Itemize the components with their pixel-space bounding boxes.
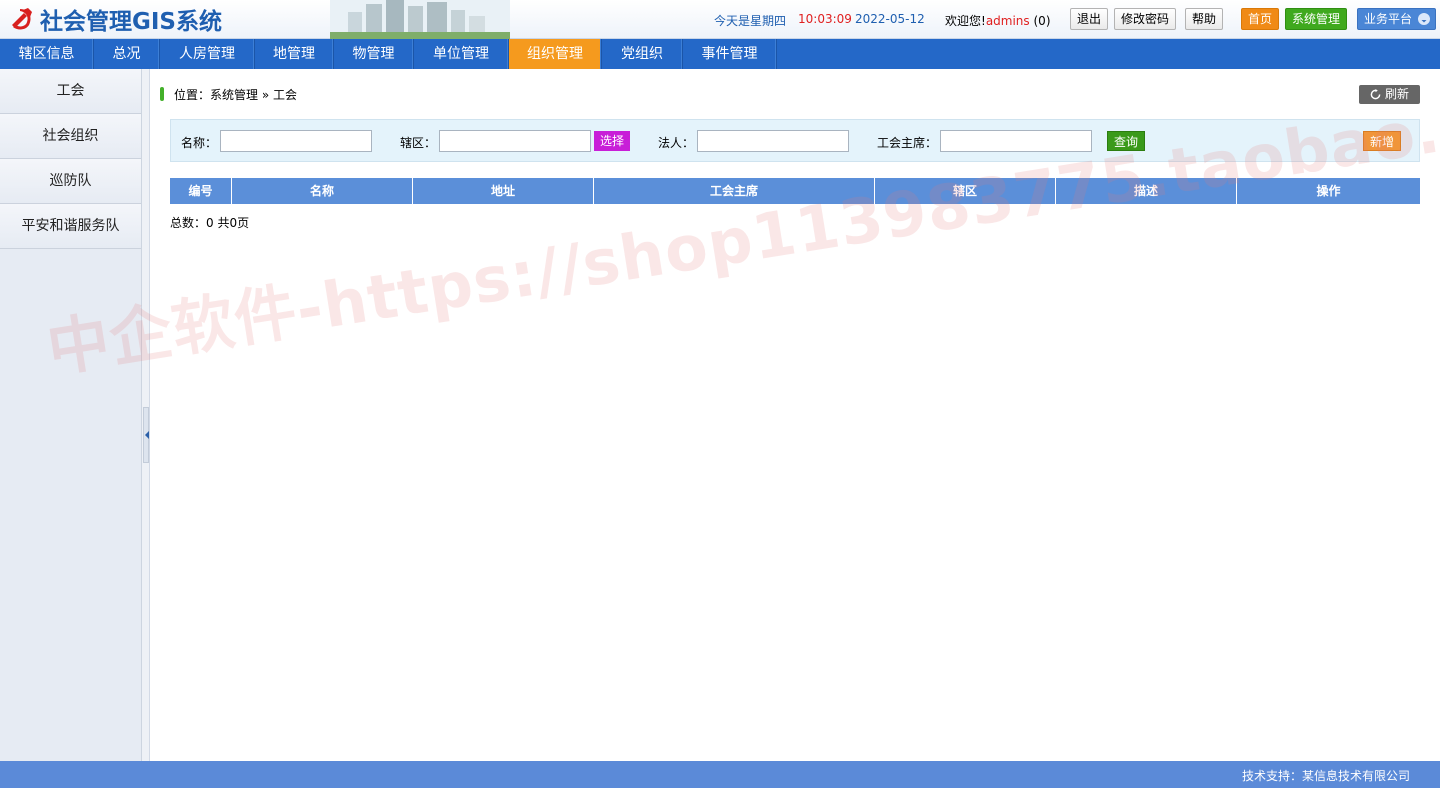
system-management-button[interactable]: 系统管理: [1285, 8, 1348, 30]
business-platform-label: 业务平台: [1364, 12, 1413, 26]
nav-item-people-housing[interactable]: 人房管理: [160, 39, 255, 69]
legal-person-input[interactable]: [697, 130, 849, 152]
footer-text: 技术支持：某信息技术有限公司: [1241, 769, 1410, 783]
select-district-button[interactable]: 选择: [594, 131, 631, 151]
sidebar: 工会 社会组织 巡防队 平安和谐服务队: [0, 69, 142, 761]
name-input[interactable]: [220, 130, 372, 152]
logout-button[interactable]: 退出: [1070, 8, 1109, 30]
data-table-header: 编号 名称 地址 工会主席 辖区 描述 操作: [170, 178, 1420, 204]
header-tools: 今天是星期四 10:03:09 2022-05-12 欢迎您!admins (0…: [700, 0, 1440, 39]
weekday-text: 今天是星期四: [714, 14, 787, 28]
clock-time: 10:03:09: [798, 12, 852, 26]
column-header-chairman[interactable]: 工会主席: [594, 178, 875, 204]
app-title: 社会管理GIS系统: [40, 9, 223, 35]
welcome-text: 欢迎您!admins (0): [945, 12, 1051, 29]
column-header-address[interactable]: 地址: [413, 178, 594, 204]
district-label: 辖区：: [400, 136, 437, 150]
nav-item-objects[interactable]: 物管理: [334, 39, 414, 69]
home-button[interactable]: 首页: [1241, 8, 1280, 30]
username[interactable]: admins: [986, 14, 1030, 28]
refresh-button[interactable]: 刷新: [1359, 85, 1420, 104]
skyline-banner: [330, 0, 510, 39]
column-header-district[interactable]: 辖区: [875, 178, 1056, 204]
hammer-sickle-icon: [6, 4, 36, 34]
sidebar-item-union[interactable]: 工会: [0, 69, 141, 114]
help-button[interactable]: 帮助: [1185, 8, 1224, 30]
nav-item-overview[interactable]: 总况: [94, 39, 160, 69]
chevron-down-icon: [1418, 12, 1431, 25]
arrow-left-icon: [145, 431, 149, 439]
nav-item-district-info[interactable]: 辖区信息: [0, 39, 94, 69]
pager-summary: 总数：0 共0页: [170, 216, 250, 230]
column-header-description[interactable]: 描述: [1056, 178, 1237, 204]
sidebar-splitter: [142, 69, 150, 761]
nav-item-land[interactable]: 地管理: [255, 39, 334, 69]
nav-item-events[interactable]: 事件管理: [683, 39, 777, 69]
breadcrumb: 位置：系统管理 » 工会: [160, 87, 297, 102]
refresh-label: 刷新: [1384, 87, 1409, 101]
column-header-actions[interactable]: 操作: [1237, 178, 1420, 204]
union-chairman-input[interactable]: [940, 130, 1092, 152]
nav-item-units[interactable]: 单位管理: [414, 39, 509, 69]
query-button[interactable]: 查询: [1107, 131, 1146, 151]
footer: 技术支持：某信息技术有限公司: [0, 761, 1440, 788]
sidebar-item-social-org[interactable]: 社会组织: [0, 114, 141, 159]
legal-person-label: 法人：: [658, 136, 695, 150]
business-platform-dropdown[interactable]: 业务平台: [1357, 8, 1436, 30]
breadcrumb-text: 位置：系统管理 » 工会: [174, 87, 297, 102]
logo: 社会管理GIS系统: [6, 4, 223, 35]
main-nav: 辖区信息 总况 人房管理 地管理 物管理 单位管理 组织管理 党组织 事件管理: [0, 39, 1440, 69]
welcome-prefix: 欢迎您!: [945, 14, 986, 28]
district-input[interactable]: [439, 130, 591, 152]
user-message-count: (0): [1033, 14, 1051, 28]
column-header-id[interactable]: 编号: [170, 178, 232, 204]
change-password-button[interactable]: 修改密码: [1114, 8, 1177, 30]
sidebar-item-service-team[interactable]: 平安和谐服务队: [0, 204, 141, 249]
refresh-icon: [1370, 89, 1381, 100]
collapse-sidebar-toggle[interactable]: [143, 407, 149, 463]
column-header-name[interactable]: 名称: [232, 178, 413, 204]
sidebar-item-patrol[interactable]: 巡防队: [0, 159, 141, 204]
nav-item-organization[interactable]: 组织管理: [509, 39, 602, 69]
main-content: 位置：系统管理 » 工会 刷新 名称： 辖区： 选择 法人： 工会主席： 查询 …: [150, 69, 1440, 761]
app-header: 社会管理GIS系统 今天是星期四 10:03:09 2022-05-12 欢迎您…: [0, 0, 1440, 39]
add-button[interactable]: 新增: [1363, 131, 1402, 151]
name-label: 名称：: [181, 136, 218, 150]
nav-item-party[interactable]: 党组织: [602, 39, 683, 69]
union-chairman-label: 工会主席：: [877, 136, 938, 150]
clock-date: 2022-05-12: [855, 12, 925, 26]
search-panel: 名称： 辖区： 选择 法人： 工会主席： 查询 新增: [170, 119, 1420, 162]
breadcrumb-marker: [160, 87, 164, 101]
